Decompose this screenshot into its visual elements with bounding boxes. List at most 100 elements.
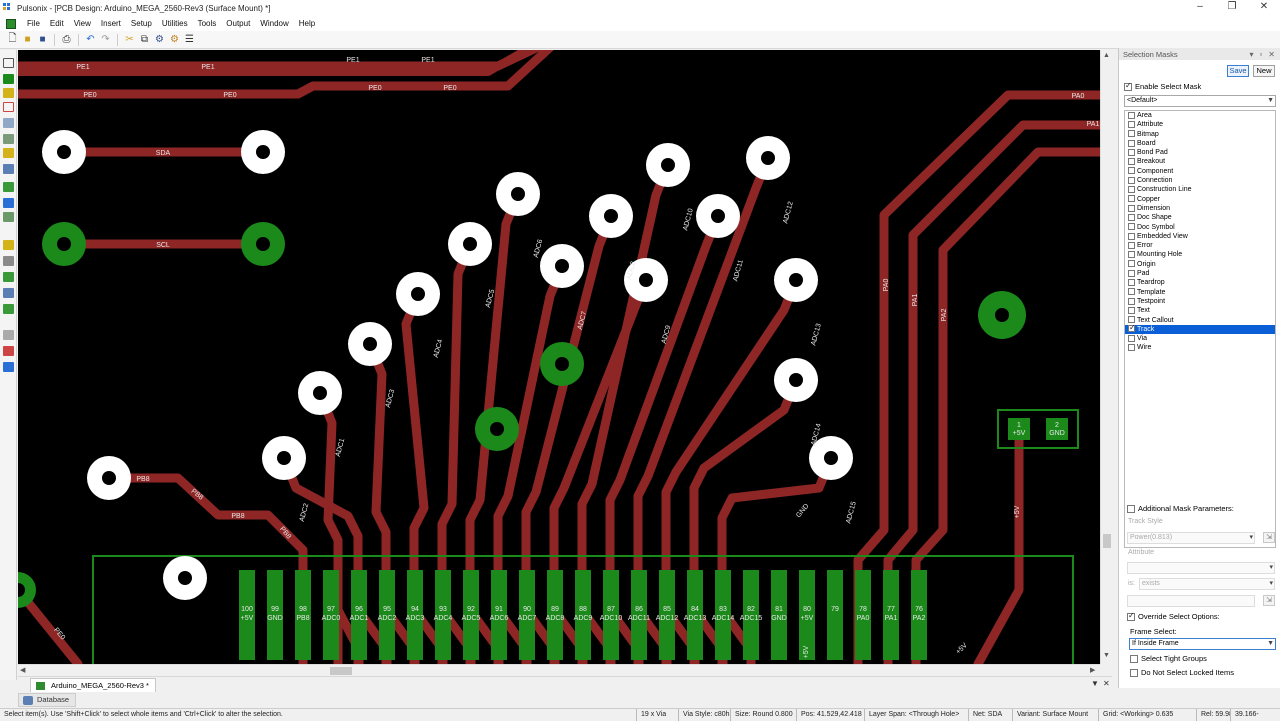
close-icon[interactable]: ✕	[1248, 0, 1280, 16]
mask-item-checkbox[interactable]	[1128, 158, 1135, 166]
horizontal-scrollbar[interactable]: ◀ ▶	[18, 664, 1100, 676]
additional-params-row[interactable]: Additional Mask Parameters:	[1127, 504, 1234, 514]
component-icon[interactable]: ⚙	[168, 33, 181, 46]
track-5v[interactable]	[973, 430, 1024, 664]
new-file-icon[interactable]: 🗋	[6, 33, 19, 46]
mask-item-checkbox[interactable]	[1128, 297, 1135, 305]
mask-item-breakout[interactable]: Breakout	[1125, 157, 1275, 166]
green-pad-hole[interactable]	[57, 237, 71, 251]
green-pad-hole[interactable]	[995, 308, 1009, 322]
mask-item-area[interactable]: Area	[1125, 111, 1275, 120]
pan-tool-icon[interactable]	[3, 304, 14, 314]
layers-icon[interactable]: ☰	[183, 33, 196, 46]
copy-icon[interactable]: ⧉	[138, 33, 151, 46]
mask-item-checkbox[interactable]	[1128, 323, 1136, 333]
print-icon[interactable]: ⎙	[60, 33, 73, 46]
mask-select[interactable]: <Default> ▼	[1124, 95, 1276, 107]
via-hole[interactable]	[178, 571, 192, 585]
green-pad-hole[interactable]	[555, 357, 569, 371]
mask-item-checkbox[interactable]	[1128, 204, 1135, 212]
tab-arduino-mega[interactable]: Arduino_MEGA_2560-Rev3 *	[30, 678, 156, 692]
mask-item-doc-symbol[interactable]: Doc Symbol	[1125, 223, 1275, 232]
minimize-icon[interactable]: –	[1184, 0, 1216, 16]
pcb-drawing[interactable]: PE1 PE1 PE1 PE1 PE0 PE0 PE0 PE0 PA0 PA1 SDA SCL PB8 P…	[18, 50, 1100, 664]
mask-item-origin[interactable]: Origin	[1125, 260, 1275, 269]
mask-item-checkbox[interactable]	[1128, 148, 1135, 156]
tab-close-icon[interactable]: ✕	[1103, 679, 1110, 688]
shape-tool-icon[interactable]	[3, 102, 14, 112]
area-tool-icon[interactable]	[3, 212, 14, 222]
enable-mask-checkbox[interactable]	[1124, 81, 1132, 92]
header-pin[interactable]	[827, 570, 843, 660]
menu-view[interactable]: View	[69, 19, 96, 28]
enable-mask-row[interactable]: Enable Select Mask	[1124, 81, 1201, 92]
via-hole[interactable]	[761, 151, 775, 165]
mask-item-teardrop[interactable]: Teardrop	[1125, 278, 1275, 287]
value-field[interactable]	[1127, 595, 1255, 607]
mask-item-track[interactable]: Track	[1125, 323, 1275, 335]
route-tool-icon[interactable]	[3, 74, 14, 84]
frame-select[interactable]: If Inside Frame ▼	[1129, 638, 1276, 650]
mask-item-embedded-view[interactable]: Embedded View	[1125, 232, 1275, 241]
mask-item-checkbox[interactable]	[1128, 251, 1135, 259]
menu-help[interactable]: Help	[294, 19, 320, 28]
tab-list-icon[interactable]: ▼	[1091, 679, 1099, 688]
mask-item-checkbox[interactable]	[1128, 120, 1135, 128]
mask-item-checkbox[interactable]	[1128, 176, 1135, 184]
mask-item-checkbox[interactable]	[1128, 241, 1135, 249]
via-hole[interactable]	[256, 145, 270, 159]
via-hole[interactable]	[604, 209, 618, 223]
mask-item-testpoint[interactable]: Testpoint	[1125, 297, 1275, 306]
via-hole[interactable]	[789, 273, 803, 287]
via-hole[interactable]	[789, 373, 803, 387]
scroll-down-icon[interactable]: ▼	[1103, 652, 1110, 659]
copper-tool-icon[interactable]	[3, 182, 14, 192]
mask-item-checkbox[interactable]	[1128, 130, 1135, 138]
not-locked-checkbox[interactable]	[1130, 669, 1138, 678]
vertical-scrollbar[interactable]: ▲ ▼	[1100, 50, 1112, 664]
via-hole[interactable]	[661, 158, 675, 172]
mask-item-list[interactable]: Area Attribute Bitmap Board Bond Pad Breakout…	[1124, 110, 1276, 548]
panel-close-icon[interactable]: ✕	[1268, 50, 1275, 59]
via-hole[interactable]	[102, 471, 116, 485]
mask-item-component[interactable]: Component	[1125, 167, 1275, 176]
mask-item-checkbox[interactable]	[1128, 344, 1135, 352]
menu-output[interactable]: Output	[221, 19, 255, 28]
via-hole[interactable]	[277, 451, 291, 465]
is-select[interactable]: exists ▾	[1139, 578, 1275, 590]
via-hole[interactable]	[463, 237, 477, 251]
text-tool-icon[interactable]	[3, 148, 14, 158]
mask-item-checkbox[interactable]	[1128, 288, 1135, 296]
mask-item-checkbox[interactable]	[1128, 111, 1135, 119]
save-button[interactable]: Save	[1227, 65, 1249, 77]
tab-database[interactable]: Database	[18, 693, 77, 707]
mask-item-checkbox[interactable]	[1128, 279, 1135, 286]
tight-groups-checkbox[interactable]	[1130, 655, 1138, 664]
mask-item-text[interactable]: Text	[1125, 306, 1275, 315]
drc-tool-icon[interactable]	[3, 272, 14, 282]
tight-groups-row[interactable]: Select Tight Groups	[1130, 654, 1207, 664]
zoom-tool-icon[interactable]	[3, 288, 14, 298]
track-pe1-a[interactable]	[18, 50, 553, 71]
redo-icon[interactable]: ↷	[99, 33, 112, 46]
via-hole[interactable]	[639, 273, 653, 287]
line-tool-icon[interactable]	[3, 198, 14, 208]
cut-icon[interactable]: ✂	[123, 33, 136, 46]
menu-tools[interactable]: Tools	[193, 19, 222, 28]
mask-item-doc-shape[interactable]: Doc Shape	[1125, 213, 1275, 222]
menu-setup[interactable]: Setup	[126, 19, 157, 28]
mask-item-checkbox[interactable]	[1128, 186, 1135, 194]
dimension-tool-icon[interactable]	[3, 240, 14, 250]
mask-item-checkbox[interactable]	[1128, 269, 1135, 277]
attribute-select[interactable]: ▾	[1127, 562, 1275, 574]
value-browse-icon[interactable]: ⇲	[1263, 595, 1275, 606]
menu-insert[interactable]: Insert	[96, 19, 126, 28]
mask-item-checkbox[interactable]	[1128, 213, 1135, 221]
net-tool-icon[interactable]	[3, 362, 14, 372]
panel-float-icon[interactable]: ▫	[1259, 50, 1262, 59]
hscroll-thumb[interactable]	[330, 667, 352, 675]
menu-file[interactable]: File	[22, 19, 45, 28]
via-hole[interactable]	[511, 187, 525, 201]
save-icon[interactable]: ■	[36, 33, 49, 46]
via-hole[interactable]	[57, 145, 71, 159]
